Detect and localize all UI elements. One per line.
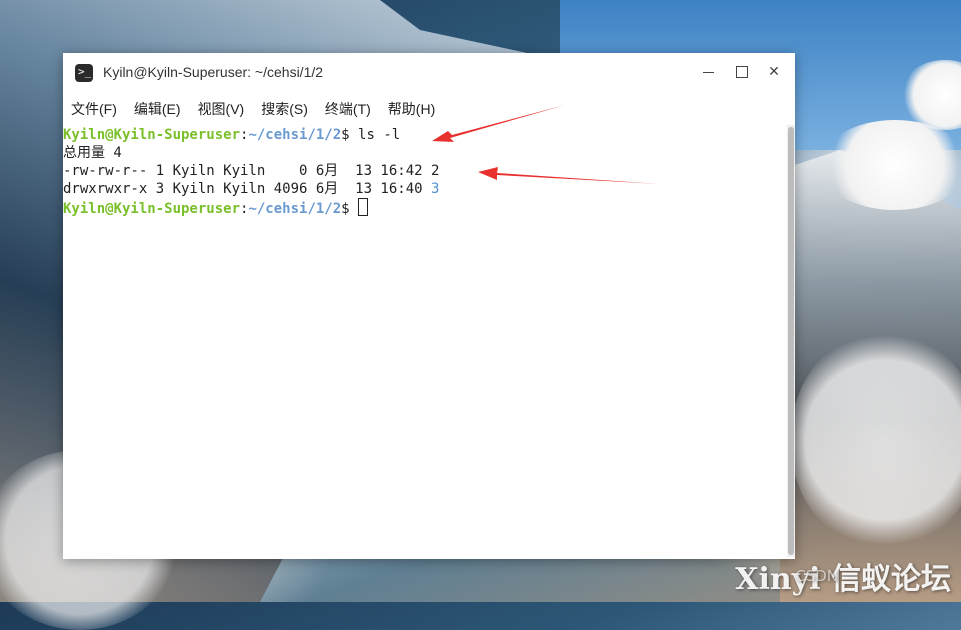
active-prompt-line: Kyiln@Kyiln-Superuser:~/cehsi/1/2$ (63, 198, 785, 217)
maximize-icon (736, 66, 748, 78)
prompt-symbol: $ (341, 201, 359, 217)
minimize-button[interactable] (697, 61, 719, 83)
watermark-brand: Xinyi 信蚁论坛 (735, 562, 951, 597)
menu-search[interactable]: 搜索(S) (261, 99, 308, 119)
file-row-name: 2 (431, 163, 440, 179)
menu-help[interactable]: 帮助(H) (388, 99, 435, 119)
maximize-button[interactable] (730, 61, 752, 83)
scrollbar[interactable] (787, 125, 795, 557)
prompt-user: Kyiln@Kyiln-Superuser (63, 201, 241, 217)
prompt-symbol: $ (341, 127, 359, 143)
prompt-user: Kyiln@Kyiln-Superuser (63, 127, 241, 143)
menu-file[interactable]: 文件(F) (71, 99, 117, 119)
dir-row-details: drwxrwxr-x 3 Kyiln Kyiln 4096 6月 13 16:4… (63, 181, 432, 197)
menu-bar: 文件(F) 编辑(E) 视图(V) 搜索(S) 终端(T) 帮助(H) (63, 93, 795, 125)
dir-row: drwxrwxr-x 3 Kyiln Kyiln 4096 6月 13 16:4… (63, 180, 785, 198)
command-line: Kyiln@Kyiln-Superuser:~/cehsi/1/2$ ls -l (63, 126, 785, 144)
total-line: 总用量 4 (63, 145, 122, 161)
title-bar[interactable]: >_ Kyiln@Kyiln-Superuser: ~/cehsi/1/2 ✕ (63, 53, 795, 93)
terminal-window: >_ Kyiln@Kyiln-Superuser: ~/cehsi/1/2 ✕ … (63, 53, 795, 559)
terminal-output[interactable]: Kyiln@Kyiln-Superuser:~/cehsi/1/2$ ls -l… (63, 125, 785, 560)
dir-row-name: 3 (431, 181, 440, 197)
minimize-icon (703, 72, 714, 73)
watermark-faint: CSDN (795, 567, 839, 585)
terminal-app-icon: >_ (75, 64, 93, 82)
close-button[interactable]: ✕ (763, 61, 785, 83)
menu-edit[interactable]: 编辑(E) (134, 99, 181, 119)
close-icon: ✕ (768, 64, 780, 80)
menu-view[interactable]: 视图(V) (198, 99, 245, 119)
watermark: Xinyi 信蚁论坛 CSDN (735, 554, 951, 598)
menu-terminal[interactable]: 终端(T) (325, 99, 371, 119)
background-cloud (820, 120, 961, 210)
text-cursor (358, 198, 369, 216)
prompt-path: ~/cehsi/1/2 (248, 127, 342, 143)
file-row: -rw-rw-r-- 1 Kyiln Kyiln 0 6月 13 16:42 2 (63, 162, 785, 180)
scrollbar-thumb[interactable] (788, 127, 794, 555)
file-row-details: -rw-rw-r-- 1 Kyiln Kyiln 0 6月 13 16:42 (63, 163, 432, 179)
command-text: ls -l (358, 127, 401, 143)
window-title: Kyiln@Kyiln-Superuser: ~/cehsi/1/2 (103, 64, 324, 80)
prompt-path: ~/cehsi/1/2 (248, 201, 342, 217)
